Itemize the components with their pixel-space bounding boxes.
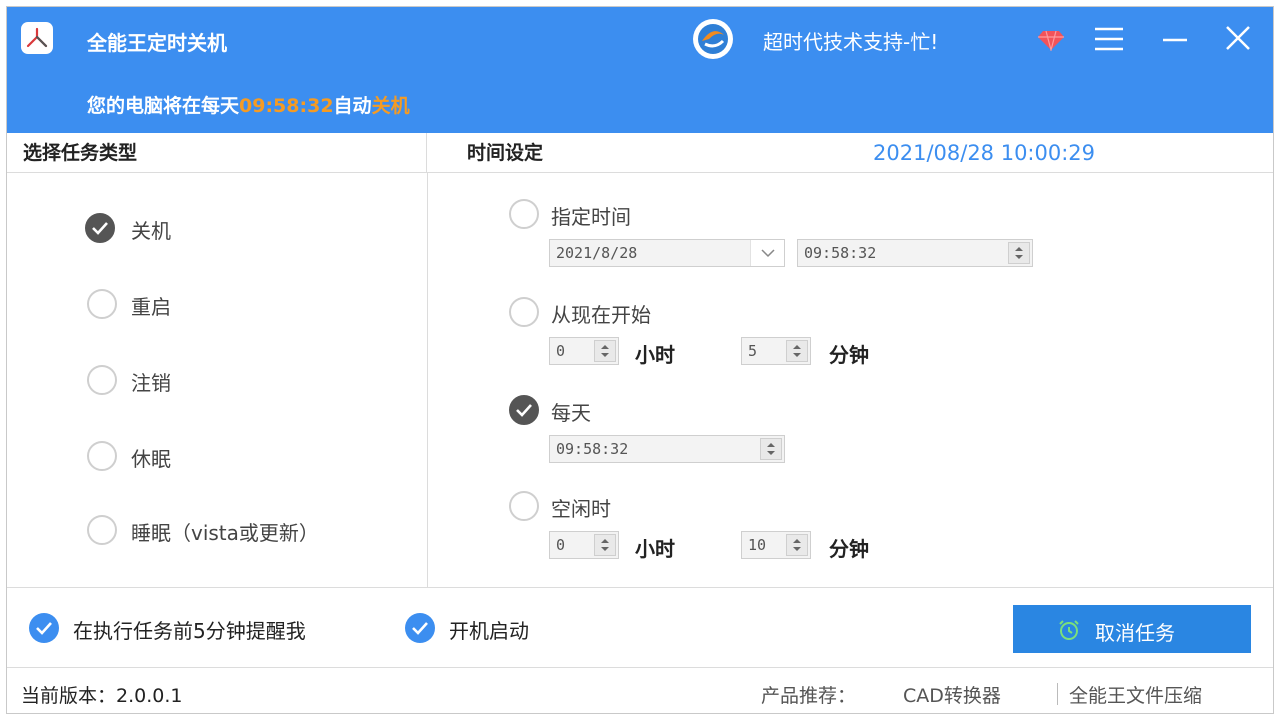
task-label-sleep: 睡眠（vista或更新） xyxy=(131,521,319,545)
schedule-status: 您的电脑将在每天09:58:32自动关机 xyxy=(87,91,410,118)
spinner-icon[interactable] xyxy=(594,340,616,362)
idle-minutes-input[interactable]: 10 xyxy=(741,531,811,559)
remind-label: 在执行任务前5分钟提醒我 xyxy=(73,619,306,643)
recommend-label: 产品推荐： xyxy=(761,685,857,707)
diamond-icon[interactable] xyxy=(1037,29,1065,53)
task-radio-shutdown[interactable] xyxy=(85,213,115,243)
task-label-restart: 重启 xyxy=(131,295,171,319)
current-datetime: 2021/08/28 10:00:29 xyxy=(873,141,1096,165)
daily-time-input[interactable]: 09:58:32 xyxy=(549,435,785,463)
footer-divider xyxy=(7,667,1273,668)
title-bar: 全能王定时关机 超时代技术支持-忙! 您的电脑将在每天09:58:32自动关机 xyxy=(7,7,1273,133)
mode-label-from-now: 从现在开始 xyxy=(551,303,651,327)
mode-radio-specific-time[interactable] xyxy=(509,199,539,229)
app-window: 全能王定时关机 超时代技术支持-忙! 您的电脑将在每天09:58:32自动关机 … xyxy=(6,6,1274,714)
menu-icon[interactable] xyxy=(1093,24,1125,54)
mode-radio-from-now[interactable] xyxy=(509,297,539,327)
time-settings-header: 时间设定 2021/08/28 10:00:29 xyxy=(427,133,1273,173)
mode-label-specific-time: 指定时间 xyxy=(551,205,631,229)
options-divider xyxy=(7,587,1273,588)
spinner-icon[interactable] xyxy=(594,534,616,556)
date-value: 2021/8/28 xyxy=(556,244,638,262)
spinner-icon[interactable] xyxy=(1008,242,1030,264)
footer-separator xyxy=(1057,683,1058,705)
file-compress-link[interactable]: 全能王文件压缩 xyxy=(1069,681,1202,708)
spinner-icon[interactable] xyxy=(786,340,808,362)
idle-hours-input[interactable]: 0 xyxy=(549,531,619,559)
autostart-label: 开机启动 xyxy=(449,619,529,643)
mode-label-daily: 每天 xyxy=(551,401,591,425)
close-icon[interactable] xyxy=(1221,21,1255,55)
from-now-hours-unit: 小时 xyxy=(635,343,675,367)
from-now-hours-input[interactable]: 0 xyxy=(549,337,619,365)
alarm-clock-icon xyxy=(1059,620,1079,640)
from-now-minutes-input[interactable]: 5 xyxy=(741,337,811,365)
mode-radio-daily[interactable] xyxy=(509,395,539,425)
cad-converter-link[interactable]: CAD转换器 xyxy=(903,681,1001,708)
task-radio-hibernate[interactable] xyxy=(87,441,117,471)
idle-hours-unit: 小时 xyxy=(635,537,675,561)
autostart-checkbox[interactable] xyxy=(405,613,435,643)
spinner-icon[interactable] xyxy=(786,534,808,556)
cancel-task-button[interactable]: 取消任务 xyxy=(1013,605,1251,653)
specific-time-value: 09:58:32 xyxy=(804,244,877,262)
minimize-icon[interactable] xyxy=(1159,24,1191,54)
mode-label-idle: 空闲时 xyxy=(551,497,611,521)
from-now-minutes-value: 5 xyxy=(748,342,758,360)
task-radio-logoff[interactable] xyxy=(87,365,117,395)
version-text: 当前版本：2.0.0.1 xyxy=(21,685,183,707)
idle-minutes-unit: 分钟 xyxy=(829,537,869,561)
task-radio-restart[interactable] xyxy=(87,289,117,319)
task-label-logoff: 注销 xyxy=(131,371,171,395)
spinner-icon[interactable] xyxy=(760,438,782,460)
task-radio-sleep[interactable] xyxy=(87,515,117,545)
idle-hours-value: 0 xyxy=(556,536,566,554)
app-title: 全能王定时关机 xyxy=(87,31,227,55)
from-now-minutes-unit: 分钟 xyxy=(829,343,869,367)
mode-radio-idle[interactable] xyxy=(509,491,539,521)
specific-time-input[interactable]: 09:58:32 xyxy=(797,239,1033,267)
schedule-prefix: 您的电脑将在每天 xyxy=(87,95,240,117)
idle-minutes-value: 10 xyxy=(748,536,767,554)
schedule-mid: 自动 xyxy=(333,95,372,117)
schedule-time: 09:58:32 xyxy=(239,95,334,117)
task-label-shutdown: 关机 xyxy=(131,219,171,243)
column-divider xyxy=(427,173,428,587)
from-now-hours-value: 0 xyxy=(556,342,566,360)
cancel-task-label: 取消任务 xyxy=(1095,623,1175,645)
support-logo-icon[interactable] xyxy=(693,19,733,59)
schedule-action: 关机 xyxy=(371,95,410,117)
support-link[interactable]: 超时代技术支持-忙! xyxy=(763,26,938,55)
chevron-down-icon[interactable] xyxy=(750,240,784,266)
app-logo-icon xyxy=(21,22,53,54)
time-settings-title: 时间设定 xyxy=(467,142,544,164)
remind-checkbox[interactable] xyxy=(29,613,59,643)
daily-time-value: 09:58:32 xyxy=(556,440,629,458)
date-picker[interactable]: 2021/8/28 xyxy=(549,239,785,267)
task-label-hibernate: 休眠 xyxy=(131,447,171,471)
task-type-header: 选择任务类型 xyxy=(7,133,427,173)
